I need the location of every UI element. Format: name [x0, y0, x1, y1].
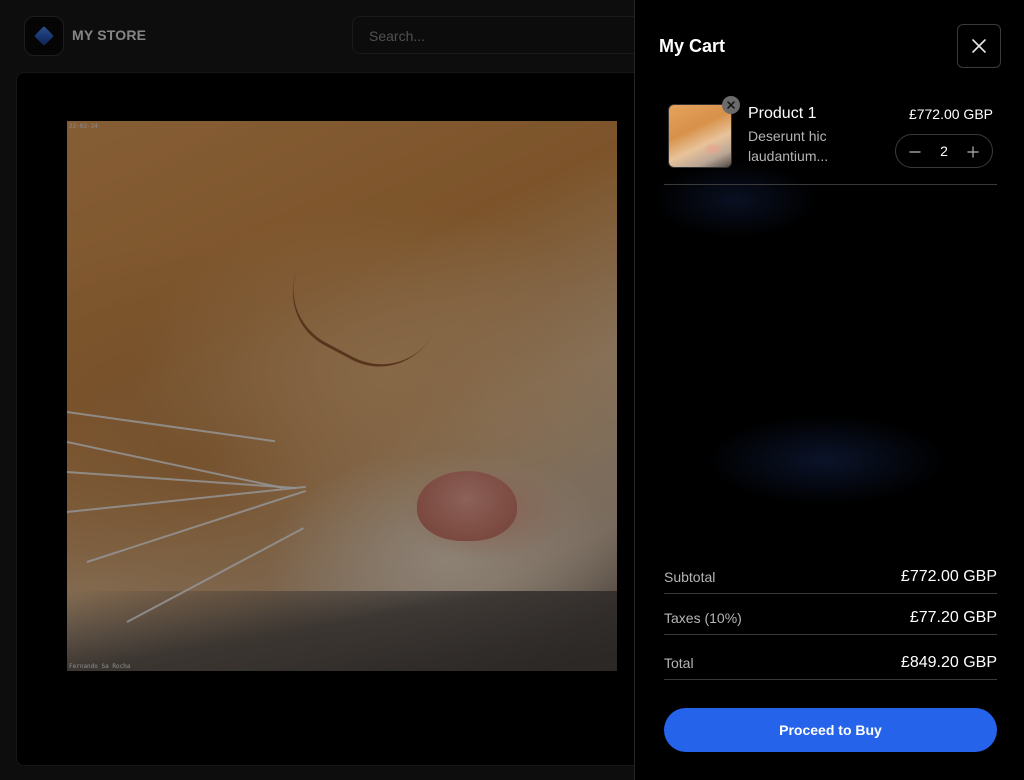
total-label: Total	[664, 655, 694, 671]
cart-drawer: My Cart Product 1 Deserunt hic laudantiu…	[634, 0, 1024, 780]
taxes-label: Taxes (10%)	[664, 610, 742, 626]
cart-item: Product 1 Deserunt hic laudantium... £77…	[664, 96, 997, 185]
cart-item-name[interactable]: Product 1	[748, 105, 816, 123]
cart-item-price: £772.00 GBP	[908, 106, 993, 122]
cart-title: My Cart	[659, 36, 726, 56]
close-icon	[972, 39, 986, 53]
taxes-value: £77.20 GBP	[909, 609, 997, 626]
total-value: £849.20 GBP	[900, 654, 997, 671]
proceed-to-buy-button[interactable]: Proceed to Buy	[664, 708, 997, 752]
increase-quantity-button[interactable]	[962, 141, 984, 163]
remove-item-icon	[727, 101, 735, 109]
plus-icon	[967, 146, 979, 158]
cart-item-description: Deserunt hic laudantium...	[748, 128, 829, 164]
taxes-row: Taxes (10%) £77.20 GBP	[664, 594, 997, 635]
close-cart-button[interactable]	[957, 24, 1001, 68]
subtotal-label: Subtotal	[664, 569, 716, 585]
subtotal-row: Subtotal £772.00 GBP	[664, 560, 997, 594]
store-page: MY STORE 22-02-24 Fernando Sa Rocha My C…	[0, 0, 1024, 780]
remove-item-button[interactable]	[722, 96, 740, 114]
cart-item-thumbnail[interactable]	[668, 104, 732, 168]
total-row: Total £849.20 GBP	[664, 635, 997, 680]
subtotal-value: £772.00 GBP	[900, 568, 997, 585]
quantity-stepper: 2	[895, 134, 993, 168]
